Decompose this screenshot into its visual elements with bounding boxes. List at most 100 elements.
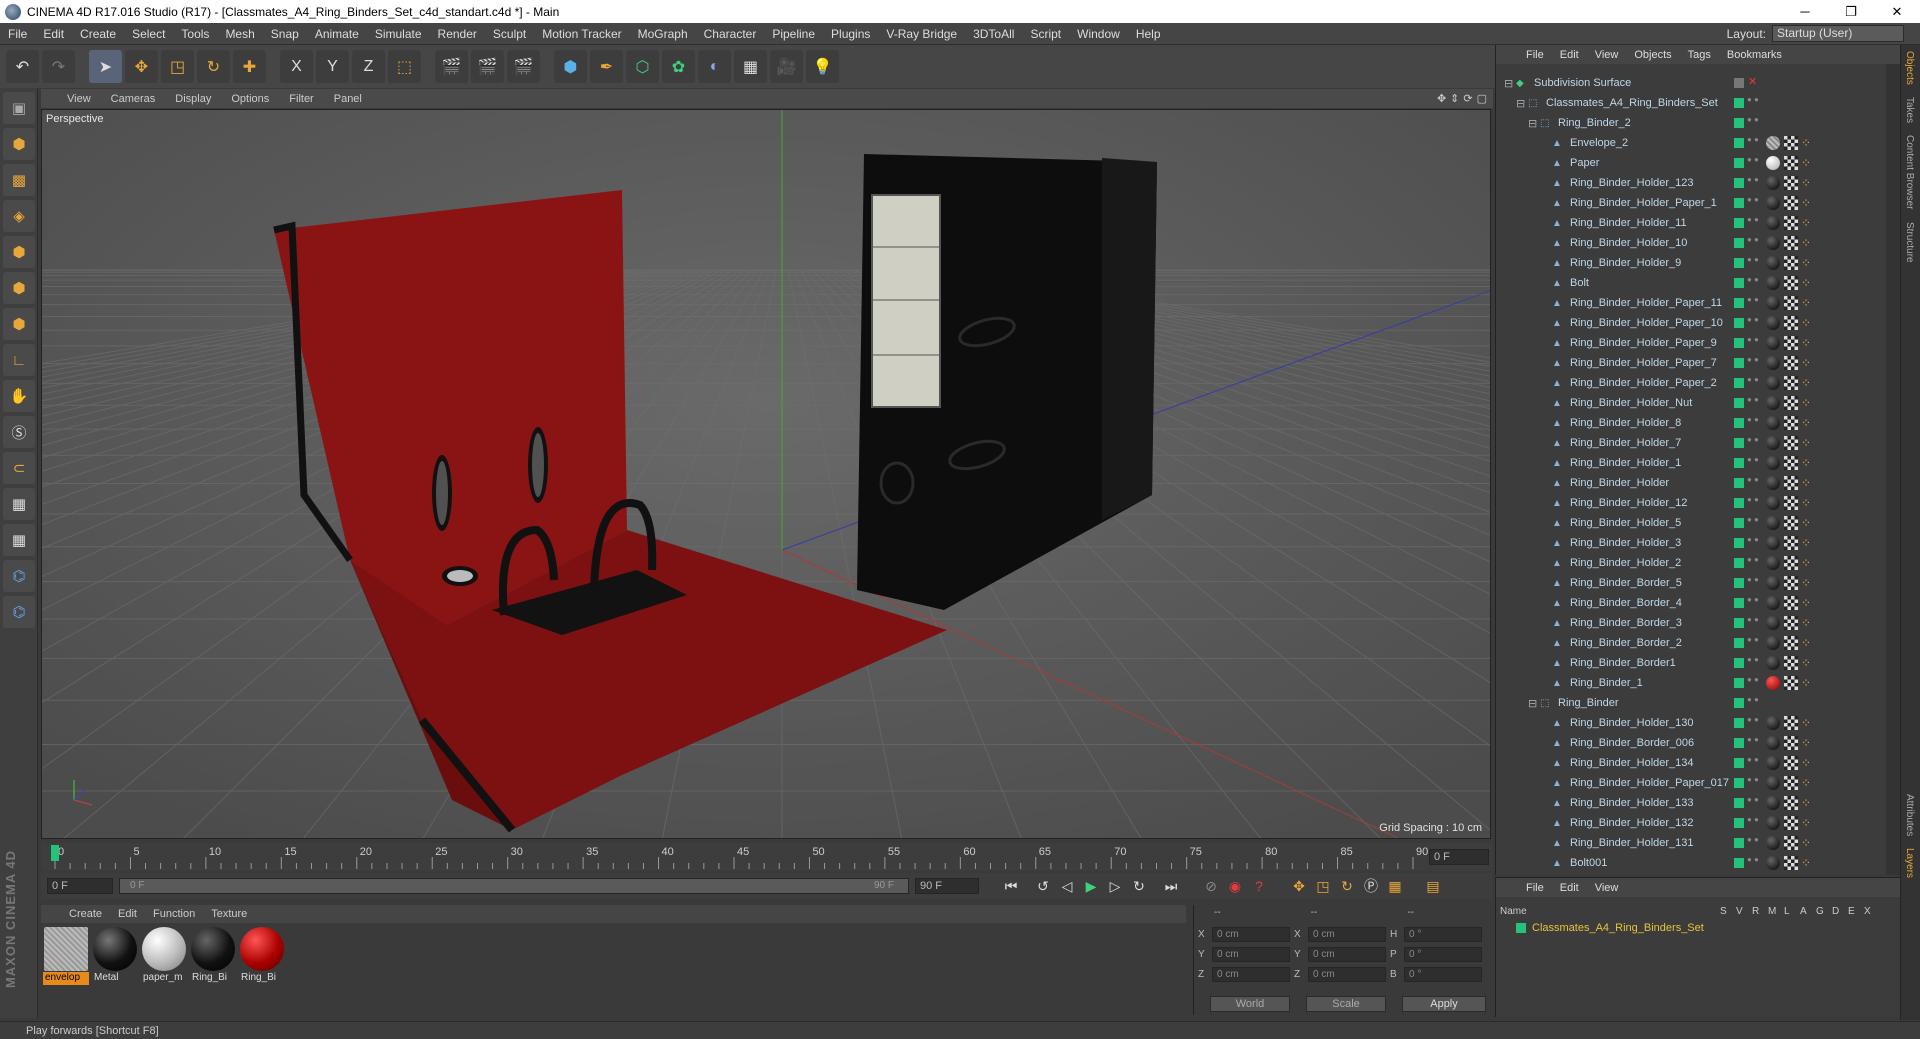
object-row[interactable]: ▲ Ring_Binder_Border_4 ● ● ⁘ [1496, 593, 1886, 613]
texture-tag-icon[interactable]: ⁘ [1801, 676, 1811, 690]
menu-window[interactable]: Window [1069, 27, 1128, 41]
dolly-view-icon[interactable]: ⇕ [1450, 92, 1459, 105]
visibility-toggle[interactable] [1734, 218, 1744, 228]
texture-tag-icon[interactable]: ⁘ [1801, 856, 1811, 870]
material-swatch[interactable]: envelop [43, 927, 89, 985]
toggle-view-icon[interactable]: ▢ [1477, 92, 1487, 105]
material-tag-icon[interactable] [1766, 836, 1780, 850]
render-dots-icon[interactable]: ● ● [1747, 796, 1759, 810]
material-tag-icon[interactable] [1766, 656, 1780, 670]
menu-render[interactable]: Render [430, 27, 485, 41]
render-dots-icon[interactable]: ● ● [1747, 836, 1759, 850]
material-tag-icon[interactable] [1766, 156, 1780, 170]
snap-icon[interactable]: Ⓢ [3, 416, 35, 448]
object-row[interactable]: ▲ Ring_Binder_Holder_7 ● ● ⁘ [1496, 433, 1886, 453]
viewport-menu-filter[interactable]: Filter [279, 93, 323, 105]
viewport-menu-options[interactable]: Options [221, 93, 279, 105]
select-arrow-icon[interactable]: ➤ [89, 50, 122, 83]
uvw-tag-icon[interactable] [1784, 276, 1798, 290]
texture-tag-icon[interactable]: ⁘ [1801, 416, 1811, 430]
visibility-toggle[interactable] [1734, 98, 1744, 108]
texture-tag-icon[interactable]: ⁘ [1801, 496, 1811, 510]
render-dots-icon[interactable]: ● ● [1747, 176, 1759, 190]
render-dots-icon[interactable]: ● ● [1747, 616, 1759, 630]
texture-tag-icon[interactable]: ⁘ [1801, 396, 1811, 410]
material-tag-icon[interactable] [1766, 776, 1780, 790]
minimize-button[interactable]: ─ [1782, 4, 1828, 20]
render-dots-icon[interactable]: ● ● [1747, 576, 1759, 590]
visibility-toggle[interactable] [1734, 578, 1744, 588]
polygons-mode-icon[interactable]: ⬢ [3, 308, 35, 340]
object-row[interactable]: ▲ Ring_Binder_Holder ● ● ⁘ [1496, 473, 1886, 493]
uvw-tag-icon[interactable] [1784, 336, 1798, 350]
render-dots-icon[interactable]: ● ● [1747, 596, 1759, 610]
start-frame-field[interactable]: 0 F [47, 878, 113, 894]
expand-toggle-icon[interactable]: ⊟ [1504, 77, 1516, 90]
material-tag-icon[interactable] [1766, 196, 1780, 210]
camera-icon[interactable]: 🎥 [770, 50, 803, 83]
rotate-tool-icon[interactable]: ↻ [197, 50, 230, 83]
material-tag-icon[interactable] [1766, 436, 1780, 450]
render-dots-icon[interactable]: ● ● [1747, 416, 1759, 430]
render-dots-icon[interactable]: ● ● [1747, 476, 1759, 490]
viewport-menu-cameras[interactable]: Cameras [101, 93, 166, 105]
object-row[interactable]: ▲ Ring_Binder_Border_5 ● ● ⁘ [1496, 573, 1886, 593]
menu-help[interactable]: Help [1128, 27, 1169, 41]
material-swatch[interactable]: Ring_Bi [190, 927, 236, 985]
texture-tag-icon[interactable]: ⁘ [1801, 736, 1811, 750]
material-tag-icon[interactable] [1766, 556, 1780, 570]
object-menu-file[interactable]: File [1518, 49, 1552, 61]
lock-workplane-icon[interactable]: ▦ [3, 488, 35, 520]
side-tab-takes[interactable]: Takes [1901, 91, 1918, 129]
render-dots-icon[interactable]: ● ● [1747, 296, 1759, 310]
tweak-mode-icon[interactable]: ✋ [3, 380, 35, 412]
material-tag-icon[interactable] [1766, 376, 1780, 390]
pan-view-icon[interactable]: ✥ [1437, 92, 1446, 105]
y-axis-lock-button[interactable]: Y [316, 50, 349, 83]
coordinate-field[interactable]: 0 cm [1308, 927, 1386, 942]
menu-pipeline[interactable]: Pipeline [764, 27, 823, 41]
menu-v-ray-bridge[interactable]: V-Ray Bridge [878, 27, 965, 41]
viewport-menu-panel[interactable]: Panel [324, 93, 372, 105]
object-row[interactable]: ▲ Paper ● ● ⁘ [1496, 153, 1886, 173]
uvw-tag-icon[interactable] [1784, 576, 1798, 590]
render-dots-icon[interactable]: ● ● [1747, 376, 1759, 390]
uvw-tag-icon[interactable] [1784, 656, 1798, 670]
visibility-toggle[interactable] [1734, 718, 1744, 728]
material-menu-edit[interactable]: Edit [110, 908, 145, 920]
uvw-tag-icon[interactable] [1784, 456, 1798, 470]
render-dots-icon[interactable]: ● ● [1747, 396, 1759, 410]
apply-button[interactable]: Apply [1402, 996, 1486, 1012]
uvw-tag-icon[interactable] [1784, 236, 1798, 250]
material-tag-icon[interactable] [1766, 476, 1780, 490]
coordinate-field[interactable]: 0 cm [1308, 967, 1386, 982]
texture-tag-icon[interactable]: ⁘ [1801, 356, 1811, 370]
visibility-toggle[interactable] [1734, 698, 1744, 708]
uvw-tag-icon[interactable] [1784, 836, 1798, 850]
render-dots-icon[interactable]: ● ● [1747, 536, 1759, 550]
object-row[interactable]: ▲ Ring_Binder_Holder_130 ● ● ⁘ [1496, 713, 1886, 733]
expand-toggle-icon[interactable]: ⊟ [1528, 117, 1540, 130]
texture-tag-icon[interactable]: ⁘ [1801, 236, 1811, 250]
visibility-toggle[interactable] [1734, 258, 1744, 268]
menu-file[interactable]: File [0, 27, 35, 41]
render-dots-icon[interactable]: ● ● [1747, 756, 1759, 770]
uvw-tag-icon[interactable] [1784, 136, 1798, 150]
texture-tag-icon[interactable]: ⁘ [1801, 316, 1811, 330]
material-tag-icon[interactable] [1766, 336, 1780, 350]
material-menu-create[interactable]: Create [61, 908, 110, 920]
uvw-tag-icon[interactable] [1784, 536, 1798, 550]
material-tag-icon[interactable] [1766, 276, 1780, 290]
material-tag-icon[interactable] [1766, 236, 1780, 250]
uvw-tag-icon[interactable] [1784, 556, 1798, 570]
uvw-tag-icon[interactable] [1784, 676, 1798, 690]
object-row[interactable]: ▲ Ring_Binder_Holder_2 ● ● ⁘ [1496, 553, 1886, 573]
texture-tag-icon[interactable]: ⁘ [1801, 756, 1811, 770]
object-row[interactable]: ⊟ ⬚ Ring_Binder_2 ● ● [1496, 113, 1886, 133]
texture-tag-icon[interactable]: ⁘ [1801, 776, 1811, 790]
menu-simulate[interactable]: Simulate [367, 27, 430, 41]
visibility-toggle[interactable] [1734, 618, 1744, 628]
render-dots-icon[interactable]: ● ● [1747, 676, 1759, 690]
texture-mode-icon[interactable]: ▩ [3, 164, 35, 196]
object-row[interactable]: ▲ Ring_Binder_Holder_5 ● ● ⁘ [1496, 513, 1886, 533]
